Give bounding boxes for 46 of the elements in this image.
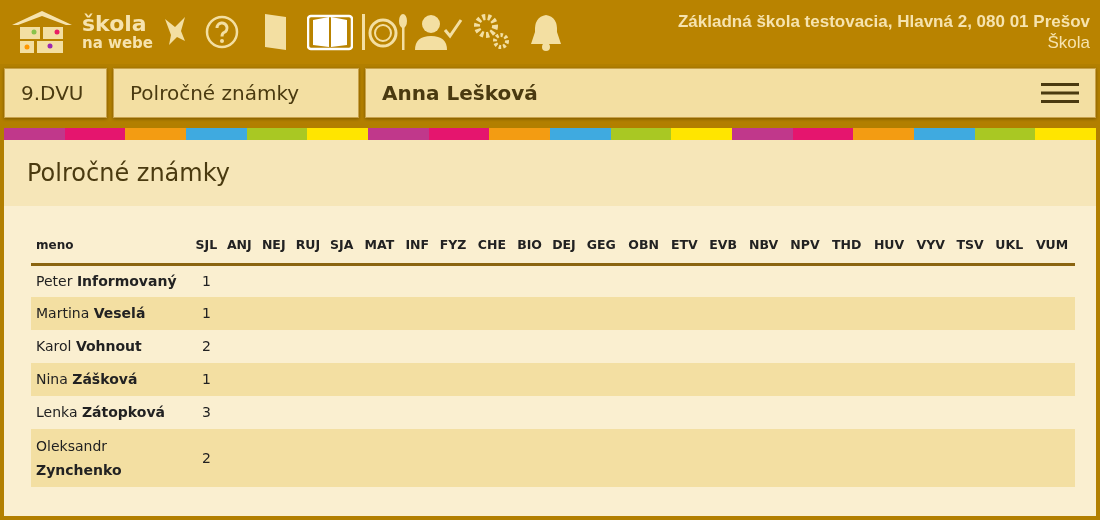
- grade-cell: 2: [191, 429, 222, 488]
- column-header: SJA: [325, 228, 359, 265]
- column-header: BIO: [511, 228, 548, 265]
- column-header: meno: [31, 228, 191, 265]
- column-header: GEG: [580, 228, 622, 265]
- column-header: ANJ: [221, 228, 257, 265]
- page-title: Polročné známky: [27, 158, 230, 189]
- student-name-cell: Karol Vohnout: [31, 330, 191, 364]
- grade-cell: 1: [191, 363, 222, 397]
- column-header: DEJ: [547, 228, 581, 265]
- logo-subtext: na webe: [82, 34, 153, 52]
- student-name-cell: Peter Informovaný: [31, 264, 191, 298]
- student-name-cell: Lenka Zátopková: [31, 396, 191, 430]
- class-selector[interactable]: 9.DVU: [4, 68, 107, 118]
- column-header: THD: [825, 228, 868, 265]
- column-header: MAT: [358, 228, 401, 265]
- section-selector[interactable]: Polročné známky: [113, 68, 359, 118]
- grade-cell: 1: [191, 297, 222, 331]
- column-header: NEJ: [256, 228, 291, 265]
- grade-cell: 2: [191, 330, 222, 364]
- column-header: VUM: [1029, 228, 1075, 265]
- column-header: NBV: [742, 228, 785, 265]
- menu-button[interactable]: [1041, 80, 1079, 106]
- column-header: UKL: [989, 228, 1029, 265]
- grade-cell: 3: [191, 396, 222, 430]
- column-header: EVB: [703, 228, 743, 265]
- column-header: OBN: [621, 228, 666, 265]
- student-name-cell: Nina Zášková: [31, 363, 191, 397]
- column-header: SJL: [191, 228, 222, 265]
- column-header: TSV: [950, 228, 990, 265]
- student-name: Anna Lešková: [382, 80, 538, 107]
- column-header: VYV: [910, 228, 951, 265]
- role-label: Škola: [1046, 32, 1090, 54]
- student-name-cell: Martina Veselá: [31, 297, 191, 331]
- column-header: FYZ: [434, 228, 472, 265]
- column-header: HUV: [867, 228, 911, 265]
- column-header: ETV: [665, 228, 704, 265]
- logo-icon: [10, 9, 74, 55]
- column-header: INF: [400, 228, 435, 265]
- column-header: CHE: [471, 228, 512, 265]
- column-header: RUJ: [290, 228, 326, 265]
- logo-text: škola: [82, 12, 148, 35]
- student-name-cell: Oleksandr Zynchenko: [31, 429, 191, 488]
- school-name: Základná škola testovacia, Hlavná 2, 080 01 Prešov: [678, 10, 1090, 32]
- column-header: NPV: [784, 228, 826, 265]
- grade-cell: 1: [191, 264, 222, 298]
